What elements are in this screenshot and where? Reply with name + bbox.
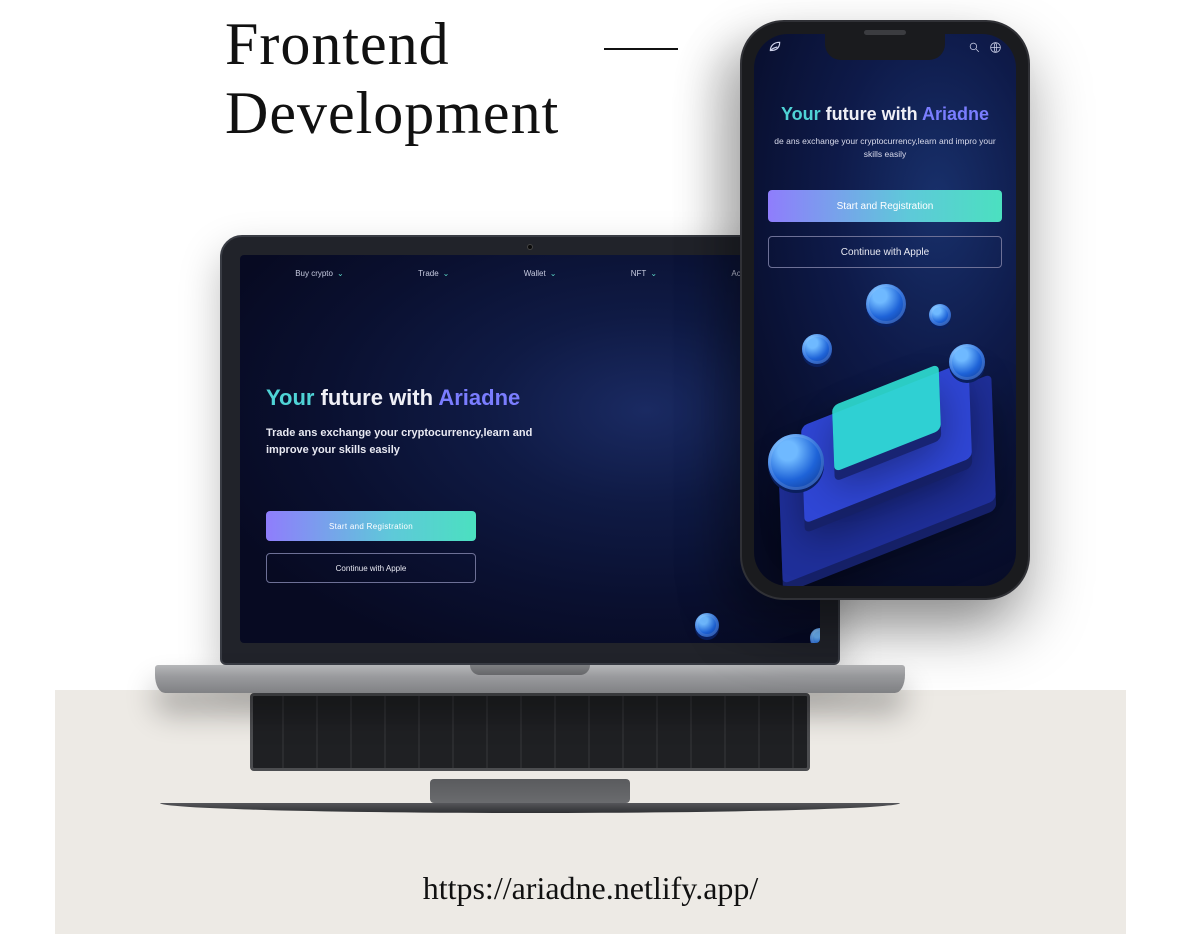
chevron-down-icon: ⌄ bbox=[650, 269, 657, 278]
hero-buttons: Start and Registration Continue with App… bbox=[266, 511, 476, 583]
laptop-deck bbox=[155, 665, 905, 693]
hero-word-future: future bbox=[321, 385, 383, 410]
coin-icon bbox=[929, 304, 951, 326]
hero-word-your: Your bbox=[781, 104, 821, 124]
coin-icon bbox=[695, 613, 719, 637]
coin-icon bbox=[866, 284, 906, 324]
coin-icon bbox=[949, 344, 985, 380]
phone-mockup: Your future with Ariadne de ans exchange… bbox=[740, 20, 1030, 600]
chevron-down-icon: ⌄ bbox=[337, 269, 344, 278]
camera-icon bbox=[527, 244, 533, 250]
page-title-line2: Development bbox=[225, 79, 559, 148]
hero-title: Your future with Ariadne bbox=[764, 104, 1006, 125]
hero-subtitle: Trade ans exchange your cryptocurrency,l… bbox=[266, 425, 546, 458]
start-registration-button[interactable]: Start and Registration bbox=[768, 190, 1002, 222]
globe-icon[interactable] bbox=[989, 41, 1002, 57]
nav-label: Wallet bbox=[524, 269, 546, 278]
leaf-icon bbox=[768, 40, 782, 57]
chevron-down-icon: ⌄ bbox=[443, 269, 450, 278]
hero-buttons: Start and Registration Continue with App… bbox=[768, 190, 1002, 268]
hero-section: Your future with Ariadne Trade ans excha… bbox=[266, 385, 620, 458]
nav-item-buy-crypto[interactable]: Buy crypto ⌄ bbox=[295, 269, 344, 278]
hero-word-with: with bbox=[389, 385, 433, 410]
hero-word-brand: Ariadne bbox=[922, 104, 989, 124]
start-registration-button[interactable]: Start and Registration bbox=[266, 511, 476, 541]
nav-item-nft[interactable]: NFT ⌄ bbox=[631, 269, 657, 278]
phone-notch bbox=[825, 34, 945, 60]
laptop-screen: Buy crypto ⌄ Trade ⌄ Wallet ⌄ NFT ⌄ Acad… bbox=[240, 255, 820, 643]
nav-item-wallet[interactable]: Wallet ⌄ bbox=[524, 269, 557, 278]
laptop-trackpad bbox=[430, 779, 630, 803]
app-navbar: Buy crypto ⌄ Trade ⌄ Wallet ⌄ NFT ⌄ Acad… bbox=[240, 269, 820, 278]
phone-screen: Your future with Ariadne de ans exchange… bbox=[754, 34, 1016, 586]
hero-title: Your future with Ariadne bbox=[266, 385, 620, 411]
hero-word-future: future bbox=[826, 104, 877, 124]
continue-with-apple-button[interactable]: Continue with Apple bbox=[768, 236, 1002, 268]
laptop-hinge-notch bbox=[470, 665, 590, 675]
coin-icon bbox=[802, 334, 832, 364]
hero-subtitle: de ans exchange your cryptocurrency,lear… bbox=[764, 135, 1006, 161]
hero-word-your: Your bbox=[266, 385, 314, 410]
hero-section: Your future with Ariadne de ans exchange… bbox=[754, 104, 1016, 161]
nav-label: Trade bbox=[418, 269, 439, 278]
page-title-line1: Frontend bbox=[225, 10, 559, 79]
title-dash-decor bbox=[604, 48, 678, 50]
nav-label: NFT bbox=[631, 269, 647, 278]
nav-label: Buy crypto bbox=[295, 269, 333, 278]
platform-shape bbox=[702, 639, 820, 643]
laptop-foot bbox=[160, 803, 900, 813]
chevron-down-icon: ⌄ bbox=[550, 269, 557, 278]
hero-word-with: with bbox=[882, 104, 918, 124]
search-icon[interactable] bbox=[968, 41, 981, 57]
hero-illustration bbox=[754, 284, 1016, 586]
coin-icon bbox=[768, 434, 824, 490]
laptop-keyboard bbox=[250, 693, 810, 771]
page-title: Frontend Development bbox=[225, 10, 559, 148]
coin-icon bbox=[810, 628, 820, 643]
project-url: https://ariadne.netlify.app/ bbox=[0, 870, 1181, 907]
phone-speaker bbox=[864, 30, 906, 35]
hero-word-brand: Ariadne bbox=[438, 385, 520, 410]
nav-item-trade[interactable]: Trade ⌄ bbox=[418, 269, 449, 278]
continue-with-apple-button[interactable]: Continue with Apple bbox=[266, 553, 476, 583]
